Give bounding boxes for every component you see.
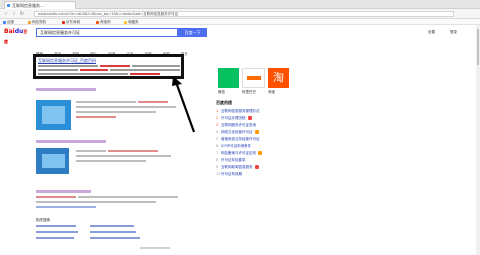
bookmark-icon <box>3 20 6 24</box>
hot-search-item[interactable]: 4 网络文化经营许可证 <box>216 129 259 135</box>
address-bar: ‹ › ↻ www.baidu.com/s?ie=utf-8&f=8&rsv_b… <box>0 9 480 19</box>
hot-badge-icon <box>254 165 259 169</box>
bookmark-item[interactable]: 百度 <box>3 20 14 24</box>
result-snippet-line <box>76 111 156 113</box>
bookmark-item[interactable]: 网站导航 <box>28 20 46 24</box>
result-keyword-highlight <box>76 116 116 118</box>
result-title-link[interactable] <box>36 140 106 143</box>
bookmark-icon <box>28 20 31 24</box>
result-title-link[interactable] <box>36 190 91 193</box>
bookmark-item[interactable]: 收藏夹 <box>124 20 139 24</box>
browser-tab[interactable]: 互联网信息服务... <box>4 1 76 9</box>
result-snippet-line <box>38 69 78 71</box>
page-scrollbar[interactable] <box>476 25 480 255</box>
result-snippet-line <box>38 65 98 67</box>
baidu-logo[interactable]: Baidu百度 <box>4 27 30 44</box>
result-title-link[interactable]: 互联网信息服务许可证_百度百科 <box>38 58 96 64</box>
hot-search-item[interactable]: 6 ICP许可证申请条件 <box>216 143 251 149</box>
scrollbar-thumb[interactable] <box>477 29 479 65</box>
result-keyword-highlight <box>80 69 108 71</box>
hot-search-heading: 百度热搜 <box>216 100 232 105</box>
search-input[interactable]: 互联网信息服务许可证 <box>36 28 178 37</box>
hot-search-item[interactable]: 3 互联网服务许可证查询 <box>216 122 256 128</box>
forward-icon[interactable]: › <box>11 11 17 17</box>
app-caption: 阿里巴巴 <box>242 90 256 94</box>
alibaba-app-icon[interactable] <box>242 68 265 88</box>
search-header: Baidu百度 互联网信息服务许可证 百度一下 设置 登录 <box>0 25 480 44</box>
result-keyword-highlight <box>100 65 130 67</box>
hot-search-item[interactable]: 10许可证有效期 <box>216 171 242 177</box>
bookmark-icon <box>96 20 99 24</box>
new-badge-icon <box>258 151 262 155</box>
result-keyword-highlight <box>36 196 76 198</box>
hot-search-item[interactable]: 1 互联网信息服务管理办法 <box>216 108 260 114</box>
result-thumbnail[interactable] <box>36 148 69 174</box>
browser-tab-title: 互联网信息服务... <box>12 3 44 8</box>
app-caption: 微信 <box>218 90 225 94</box>
taobao-app-icon[interactable]: 淘 <box>268 68 289 88</box>
result-snippet-line <box>76 155 171 157</box>
related-search-link[interactable] <box>36 225 76 227</box>
bookmark-item[interactable]: 淘宝网 <box>96 20 111 24</box>
login-link[interactable]: 登录 <box>450 30 457 35</box>
url-input[interactable]: www.baidu.com/s?ie=utf-8&f=8&rsv_bp=1&tn… <box>34 11 454 17</box>
result-snippet-line <box>38 73 128 75</box>
related-search-link[interactable] <box>90 231 136 233</box>
related-search-link[interactable] <box>36 237 74 239</box>
hot-search-item[interactable]: 9 互联网新闻信息服务 <box>216 164 259 170</box>
hot-search-item[interactable]: 2 许可证办理流程 <box>216 115 252 121</box>
search-result[interactable] <box>36 140 186 180</box>
highlighted-result[interactable]: 互联网信息服务许可证_百度百科 <box>33 54 184 79</box>
baidu-favicon-icon <box>7 4 10 7</box>
result-snippet-line <box>36 201 156 203</box>
hot-search-item[interactable]: 5 增值电信业务经营许可证 <box>216 136 260 142</box>
back-icon[interactable]: ‹ <box>3 11 9 17</box>
result-snippet-line <box>78 196 178 198</box>
hot-search-item[interactable]: 8 许可证年检要求 <box>216 157 246 163</box>
result-snippet-line <box>76 106 176 108</box>
result-keyword-highlight <box>138 101 168 103</box>
related-search-link[interactable] <box>90 225 134 227</box>
settings-link[interactable]: 设置 <box>428 30 435 35</box>
bookmark-icon <box>62 20 65 24</box>
related-search-link[interactable] <box>90 237 140 239</box>
search-result[interactable] <box>36 88 186 132</box>
result-keyword-highlight <box>130 73 160 75</box>
search-button[interactable]: 百度一下 <box>178 28 207 37</box>
result-snippet-line <box>76 150 106 152</box>
result-title-link[interactable] <box>36 88 96 91</box>
result-snippet-line <box>76 160 146 162</box>
result-snippet-line <box>110 69 180 71</box>
result-url-line[interactable] <box>36 206 96 208</box>
result-snippet-line <box>132 65 180 67</box>
pagination-bar[interactable] <box>140 247 170 249</box>
new-badge-icon <box>254 130 259 134</box>
bookmark-item[interactable]: 京东商城 <box>62 20 80 24</box>
related-search-link[interactable] <box>36 231 78 233</box>
result-keyword-highlight <box>108 150 158 152</box>
hot-search-item[interactable]: 7 网站备案与许可证区别 <box>216 150 262 156</box>
result-thumbnail[interactable] <box>36 100 71 130</box>
app-caption: 淘宝 <box>268 90 275 94</box>
result-tabs: 网页 资讯 视频 图片 知道 文库 贴吧 地图 更多 <box>36 40 236 58</box>
result-snippet-line <box>76 101 136 103</box>
browser-tab-bar: 互联网信息服务... <box>0 0 480 9</box>
related-searches-title: 相关搜索 <box>36 218 50 222</box>
search-result[interactable] <box>36 190 186 214</box>
wechat-app-icon[interactable] <box>218 68 239 88</box>
reload-icon[interactable]: ↻ <box>19 11 25 17</box>
hot-badge-icon <box>247 116 252 120</box>
bookmark-icon <box>124 20 127 24</box>
